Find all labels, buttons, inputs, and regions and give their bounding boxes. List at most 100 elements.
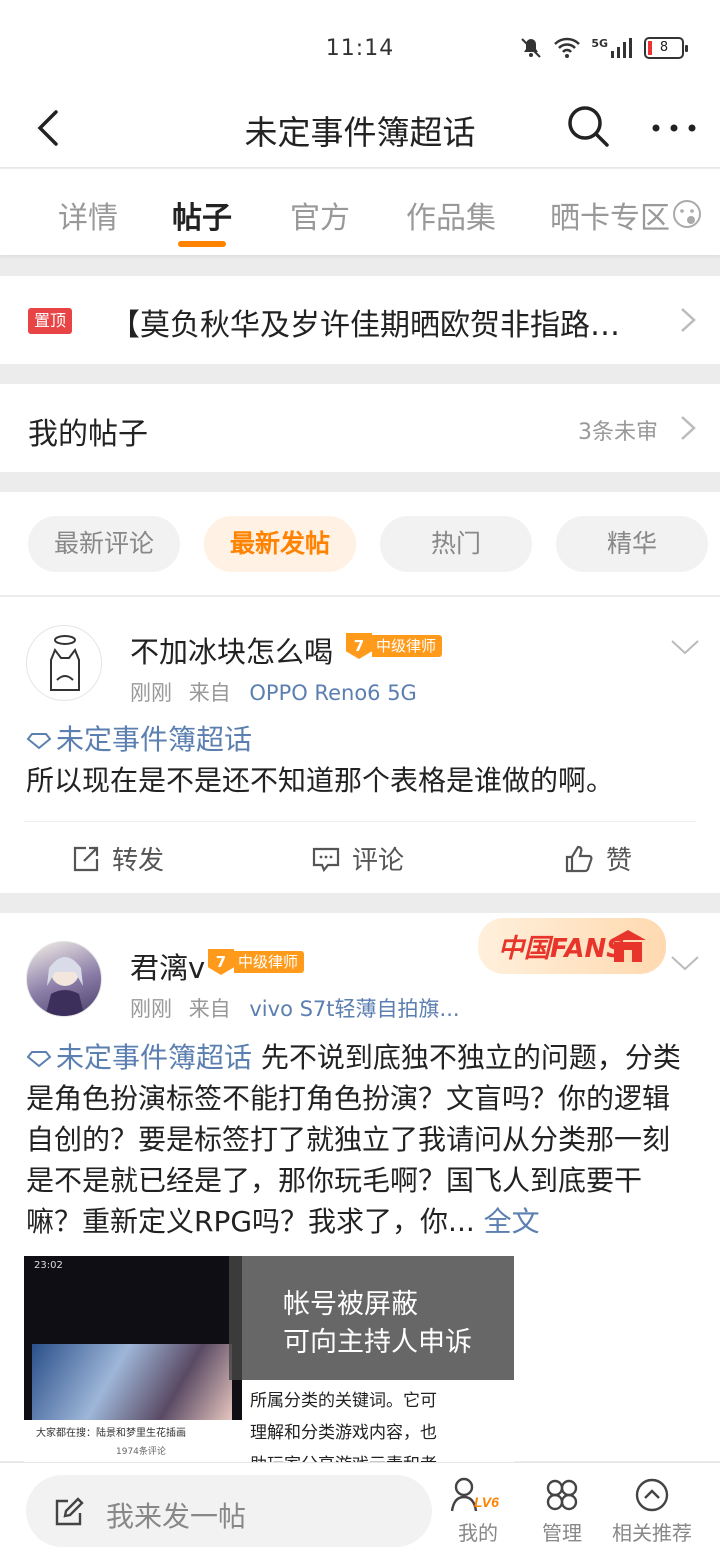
tab-details[interactable]: 详情 [58, 193, 118, 237]
post-card: 不加冰块怎么喝 7 中级律师 刚刚 来自 OPPO Reno6 5G 未定事件簿… [0, 597, 720, 893]
anime-character-avatar [45, 957, 85, 1016]
blocked-overlay: 帐号被屏蔽 可向主持人申诉 [229, 1256, 514, 1380]
status-icons: 5G 8 [519, 36, 688, 60]
post-meta: 刚刚 来自 OPPO Reno6 5G [130, 677, 417, 707]
tab-bar: 详情 帖子 官方 作品集 晒卡专区 [0, 169, 720, 255]
appeal-text: 可向主持人申诉 [283, 1327, 472, 1358]
topic-text: 未定事件簿超话 [56, 723, 253, 756]
cat-sketch-avatar [50, 635, 80, 691]
chevron-down-icon[interactable] [670, 637, 700, 657]
chevron-right-icon [681, 308, 696, 332]
level-title: 中级律师 [372, 635, 443, 657]
like-button[interactable]: 赞 [564, 840, 632, 877]
topic-link[interactable]: 未定事件簿超话 [26, 723, 252, 756]
nav-manage-label: 管理 [542, 1521, 582, 1545]
post-time: 刚刚 [130, 997, 172, 1021]
filter-latest-comments[interactable]: 最新评论 [28, 516, 180, 572]
diamond-icon [26, 1051, 52, 1068]
compose-label: 我来发一帖 [106, 1500, 247, 1533]
post-from: 来自 [188, 681, 231, 705]
repost-button[interactable]: 转发 [72, 840, 164, 877]
comment-label: 评论 [352, 846, 405, 876]
repost-icon [73, 846, 99, 871]
level-number: 7 [208, 949, 234, 975]
like-label: 赞 [606, 846, 633, 876]
bottom-bar: 我来发一帖 LV6 我的 管理 相关推荐 [0, 1462, 720, 1560]
repost-label: 转发 [112, 846, 165, 876]
image-status-time: 23:02 [34, 1260, 63, 1271]
image-text-line: 所属分类的关键词。它可 [250, 1391, 437, 1411]
image-caption: 大家都在搜：陆景和梦里生花插画 [36, 1428, 186, 1439]
signal-icon [611, 38, 632, 58]
filter-bar: 最新评论 最新发帖 热门 精华 [0, 492, 720, 596]
tab-card-zone[interactable]: 晒卡专区 [550, 193, 670, 237]
pinned-badge: 置顶 [28, 308, 72, 334]
user-level-icon: LV6 [450, 1477, 499, 1512]
avatar[interactable] [26, 625, 102, 701]
china-fans-text: 中国FANS [498, 934, 626, 964]
post-device: OPPO Reno6 5G [249, 681, 417, 705]
image-caption-bar: 大家都在搜：陆景和梦里生花插画 1974条评论 [24, 1420, 242, 1466]
tab-works[interactable]: 作品集 [406, 193, 496, 237]
pinned-post[interactable]: 置顶 【莫负秋华及岁许佳期晒欧贺非指路… [0, 276, 720, 364]
filter-hot[interactable]: 热门 [380, 516, 532, 572]
level-badge: 7 中级律师 [208, 949, 305, 975]
comment-icon [312, 847, 340, 872]
search-icon[interactable] [566, 104, 610, 148]
my-posts-label: 我的帖子 [28, 417, 148, 452]
gate-icon [610, 930, 646, 962]
title-bar: 未定事件簿超话 [0, 92, 720, 168]
topic-text: 未定事件簿超话 [56, 1041, 253, 1074]
image-artwork [32, 1344, 232, 1422]
edit-icon [55, 1497, 84, 1526]
username[interactable]: 不加冰块怎么喝 [130, 629, 333, 671]
chevron-right-icon [681, 416, 696, 440]
compose-button[interactable]: 我来发一帖 [26, 1475, 432, 1547]
tab-active-indicator [178, 241, 226, 247]
username[interactable]: 君漓v [130, 945, 205, 987]
my-posts-row[interactable]: 我的帖子 3条未审 [0, 384, 720, 472]
post-time: 刚刚 [130, 681, 172, 705]
image-left-panel: 23:02 大家都在搜：陆景和梦里生花插画 1974条评论 [24, 1256, 242, 1466]
thumbs-up-icon [565, 845, 593, 872]
topic-link[interactable]: 未定事件簿超话 [26, 1041, 252, 1074]
post-actions: 转发 评论 赞 [24, 821, 696, 893]
avatar[interactable] [26, 941, 102, 1017]
network-type: 5G [591, 36, 608, 50]
wifi-icon [554, 37, 581, 58]
blocked-text: 帐号被屏蔽 [283, 1289, 418, 1320]
more-icon[interactable] [650, 106, 698, 150]
post-meta: 刚刚 来自 vivo S7t轻薄自拍旗... [130, 993, 460, 1023]
nav-recommend[interactable]: 相关推荐 [602, 1477, 702, 1546]
filter-latest-posts[interactable]: 最新发帖 [204, 516, 356, 572]
image-text-line: 理解和分类游戏内容，也 [250, 1423, 437, 1443]
mute-icon [521, 38, 542, 58]
china-fans-badge: 中国FANS [478, 918, 666, 974]
my-posts-unread: 3条未审 [578, 420, 658, 445]
tab-official[interactable]: 官方 [290, 193, 350, 237]
comment-button[interactable]: 评论 [312, 840, 404, 877]
chevron-down-icon[interactable] [670, 953, 700, 973]
manage-icon [546, 1479, 578, 1511]
level-badge: 7 中级律师 [346, 633, 443, 659]
post-from: 来自 [188, 997, 231, 1021]
nav-recommend-label: 相关推荐 [612, 1521, 692, 1545]
level-title: 中级律师 [234, 951, 305, 973]
emoji-icon[interactable] [672, 199, 702, 229]
post-body: 未定事件簿超话 所以现在是不是还不知道那个表格是谁做的啊。 [26, 719, 696, 801]
tab-posts[interactable]: 帖子 [172, 193, 232, 237]
level-badge-text: LV6 [474, 1494, 499, 1510]
filter-featured[interactable]: 精华 [556, 516, 708, 572]
battery-level: 8 [659, 40, 669, 55]
battery-icon: 8 [644, 37, 688, 59]
pinned-title: 【莫负秋华及岁许佳期晒欧贺非指路… [110, 308, 620, 343]
post-text: 所以现在是不是还不知道那个表格是谁做的啊。 [26, 764, 615, 797]
page-title: 未定事件簿超话 [244, 113, 476, 152]
post-body: 未定事件簿超话 先不说到底独不独立的问题，分类是角色扮演标签不能打角色扮演？文盲… [26, 1037, 696, 1242]
status-bar: 11:14 5G 8 [0, 0, 720, 92]
post-image[interactable]: 23:02 大家都在搜：陆景和梦里生花插画 1974条评论 所属分类的关键词。它… [24, 1256, 514, 1466]
level-number: 7 [346, 633, 372, 659]
nav-manage[interactable]: 管理 [512, 1477, 612, 1546]
chevron-up-circle-icon [635, 1478, 669, 1512]
full-text-link[interactable]: 全文 [484, 1205, 540, 1238]
